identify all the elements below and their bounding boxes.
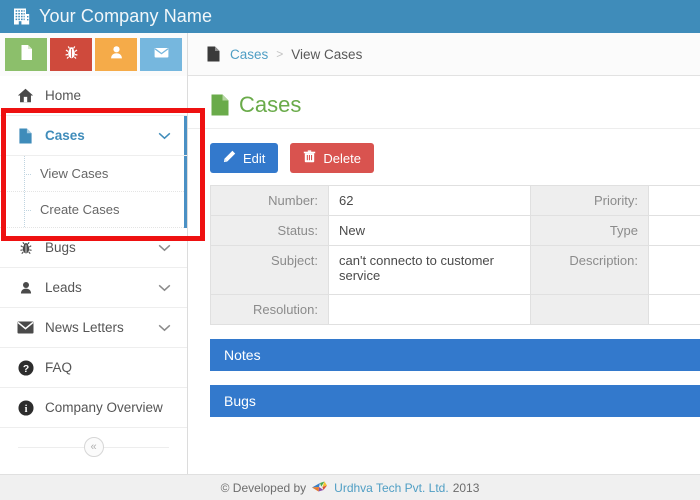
file-icon [18, 44, 35, 66]
user-icon [108, 44, 125, 66]
panel-bugs[interactable]: Bugs [210, 385, 700, 417]
chevron-down-icon [158, 279, 171, 297]
sidebar-item-label: Home [45, 88, 187, 103]
sidebar-item-home[interactable]: Home [0, 76, 187, 116]
chevron-down-icon [158, 319, 171, 337]
trash-icon [303, 150, 323, 166]
edit-button[interactable]: Edit [210, 143, 278, 173]
sidebar-item-leads[interactable]: Leads [0, 268, 187, 308]
bug-icon [63, 44, 80, 66]
footer-prefix: © Developed by [221, 481, 307, 495]
field-label-status: Status: [211, 216, 329, 246]
table-row: Number: 62 Priority: [211, 186, 700, 216]
breadcrumb-current: View Cases [291, 47, 362, 62]
table-row: Subject: can't connecto to customer serv… [211, 246, 700, 295]
field-value-priority [649, 186, 700, 216]
quick-action-new-case[interactable] [5, 38, 47, 71]
file-icon [206, 46, 221, 62]
sidebar-item-cases[interactable]: Cases [0, 116, 187, 156]
action-button-row: Edit Delete [188, 129, 700, 185]
panel-notes-label: Notes [224, 347, 261, 363]
field-label-resolution: Resolution: [211, 295, 329, 325]
breadcrumb: Cases > View Cases [188, 33, 700, 76]
sidebar-subitem-label: Create Cases [40, 202, 119, 217]
urdhva-tech-logo-icon [311, 480, 329, 495]
file-icon [16, 127, 35, 145]
home-icon [16, 87, 35, 105]
main-content: Cases Edit Delete Number: 62 Priority: [188, 76, 700, 500]
footer-company-link[interactable]: Urdhva Tech Pvt. Ltd. [334, 481, 449, 495]
sidebar-navigation: Home Cases View Cases Create Cases [0, 76, 188, 500]
pencil-icon [223, 150, 243, 166]
panel-notes[interactable]: Notes [210, 339, 700, 371]
sidebar-item-faq[interactable]: ? FAQ [0, 348, 187, 388]
envelope-icon [153, 44, 170, 66]
field-label-empty [531, 295, 649, 325]
sidebar-collapse-button[interactable]: « [84, 437, 104, 457]
sidebar-subitem-label: View Cases [40, 166, 108, 181]
sidebar-item-label: Bugs [45, 240, 158, 255]
quick-action-new-newsletter[interactable] [140, 38, 182, 71]
sidebar-item-label: Cases [45, 128, 158, 143]
sidebar-item-label: Company Overview [45, 400, 187, 415]
sidebar-item-label: Leads [45, 280, 158, 295]
page-footer: © Developed by Urdhva Tech Pvt. Ltd. 201… [0, 474, 700, 500]
sidebar-subitem-create-cases[interactable]: Create Cases [0, 192, 184, 228]
field-value-number: 62 [329, 186, 531, 216]
bug-icon [16, 239, 35, 257]
field-label-type: Type [531, 216, 649, 246]
page-title: Cases [239, 92, 301, 118]
delete-button[interactable]: Delete [290, 143, 374, 173]
application-window: Your Company Name [0, 0, 700, 500]
sidebar-collapse-row: « [0, 428, 187, 466]
quick-action-new-lead[interactable] [95, 38, 137, 71]
field-label-description: Description: [531, 246, 649, 295]
file-icon [210, 94, 230, 116]
user-icon [16, 279, 35, 297]
sidebar-item-bugs[interactable]: Bugs [0, 228, 187, 268]
table-row: Status: New Type [211, 216, 700, 246]
case-detail-table: Number: 62 Priority: Status: New Type Su… [210, 185, 700, 325]
info-icon: i [16, 399, 35, 417]
page-header: Cases [188, 76, 700, 129]
field-value-resolution [329, 295, 531, 325]
svg-text:i: i [24, 403, 27, 414]
top-header-bar: Your Company Name [0, 0, 700, 33]
edit-button-label: Edit [243, 151, 265, 166]
field-value-type [649, 216, 700, 246]
sidebar-item-news-letters[interactable]: News Letters [0, 308, 187, 348]
field-label-priority: Priority: [531, 186, 649, 216]
svg-text:?: ? [22, 363, 28, 374]
sidebar-subitem-view-cases[interactable]: View Cases [0, 156, 184, 192]
breadcrumb-separator: > [276, 47, 283, 61]
panel-bugs-label: Bugs [224, 393, 256, 409]
quick-action-new-bug[interactable] [50, 38, 92, 71]
company-name: Your Company Name [39, 6, 212, 27]
building-icon [12, 7, 31, 26]
field-label-subject: Subject: [211, 246, 329, 295]
envelope-icon [16, 319, 35, 337]
field-value-empty [649, 295, 700, 325]
sidebar-item-company-overview[interactable]: i Company Overview [0, 388, 187, 428]
field-value-description [649, 246, 700, 295]
delete-button-label: Delete [323, 151, 361, 166]
breadcrumb-link-cases[interactable]: Cases [230, 47, 268, 62]
field-value-status: New [329, 216, 531, 246]
footer-year: 2013 [453, 481, 480, 495]
field-label-number: Number: [211, 186, 329, 216]
chevron-down-icon [158, 127, 171, 145]
sidebar-item-label: FAQ [45, 360, 187, 375]
cases-submenu: View Cases Create Cases [0, 156, 187, 228]
chevron-down-icon [158, 239, 171, 257]
sidebar-item-label: News Letters [45, 320, 158, 335]
quick-actions-bar [0, 33, 188, 76]
table-row: Resolution: [211, 295, 700, 325]
question-icon: ? [16, 359, 35, 377]
field-value-subject: can't connecto to customer service [329, 246, 531, 295]
